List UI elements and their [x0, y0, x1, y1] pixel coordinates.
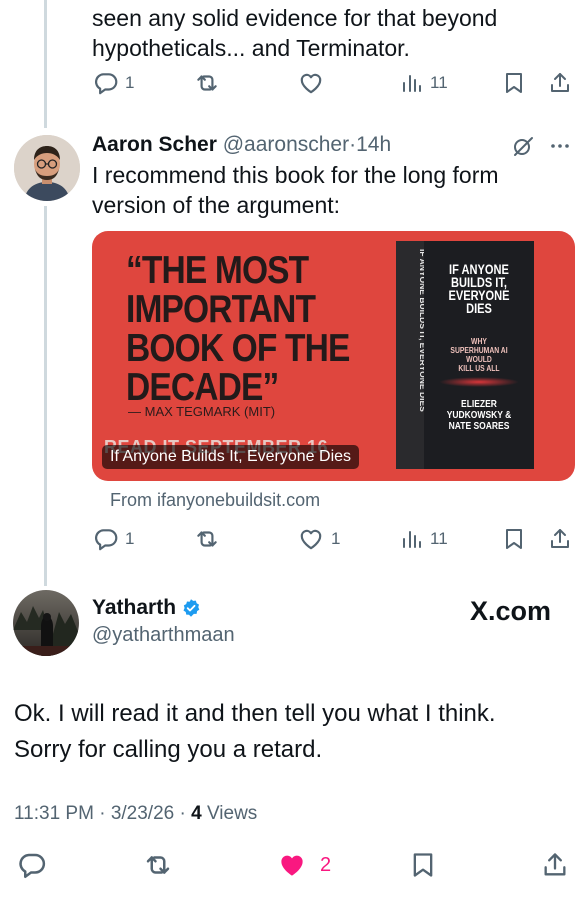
prev-bookmark-button[interactable]	[502, 70, 526, 96]
reply-tweet-line: version of the argument:	[92, 192, 341, 218]
prev-reply-button[interactable]: 1	[93, 70, 134, 96]
tweet-meta: 11:31 PM · 3/23/26 · 4 Views	[14, 803, 257, 825]
main-bookmark-button[interactable]	[409, 850, 437, 880]
prev-tweet-text: seen any solid evidence for that beyond …	[92, 3, 497, 63]
book-author-line: NATE SOARES	[448, 421, 510, 432]
verified-icon	[181, 598, 201, 618]
author-name[interactable]: Aaron Scher	[92, 133, 217, 156]
share-icon	[548, 526, 572, 552]
share-icon	[541, 850, 569, 880]
main-reply-button[interactable]	[17, 850, 47, 880]
main-author-name[interactable]: Yatharth	[92, 596, 176, 620]
avatar-image	[14, 135, 80, 201]
quote-line: DECADE”	[126, 366, 279, 409]
book-title: IF ANYONE BUILDS IT, EVERYONE DIES	[434, 263, 524, 316]
like-icon	[297, 70, 325, 96]
reply-reply-button[interactable]: 1	[93, 526, 134, 552]
meta-separator: ·	[179, 803, 186, 824]
prev-share-button[interactable]	[548, 70, 572, 96]
like-icon	[276, 850, 308, 880]
main-author-handle[interactable]: @yatharthmaan	[92, 624, 235, 647]
quote-line: IMPORTANT	[126, 288, 316, 331]
card-quote: “THE MOST IMPORTANT BOOK OF THE DECADE”	[126, 249, 350, 409]
retweet-icon	[193, 70, 221, 96]
view-count: 11	[430, 73, 448, 92]
tweet-time[interactable]: 11:31 PM	[14, 803, 94, 824]
avatar[interactable]	[14, 135, 80, 201]
main-retweet-button[interactable]	[143, 850, 173, 880]
prev-tweet-line: hypotheticals... and Terminator.	[92, 35, 410, 61]
book-glow	[439, 377, 519, 387]
main-avatar-image	[13, 590, 79, 656]
like-count: 2	[320, 853, 332, 876]
main-author: Yatharth @yatharthmaan	[92, 596, 235, 647]
quote-line: BOOK OF THE	[126, 327, 350, 370]
brand-logo[interactable]: X.com	[470, 596, 551, 627]
bookmark-icon	[409, 850, 437, 880]
book-author-line: YUDKOWSKY &	[446, 410, 512, 421]
main-tweet-text: Ok. I will read it and then tell you wha…	[14, 696, 496, 768]
reply-icon	[93, 70, 119, 96]
main-tweet-line: Sorry for calling you a retard.	[14, 736, 323, 763]
share-icon	[548, 70, 572, 96]
views-label: Views	[206, 803, 258, 824]
book-title-line: DIES	[466, 301, 492, 316]
reply-tweet-line: I recommend this book for the long form	[92, 162, 499, 188]
reply-count: 1	[125, 529, 135, 548]
retweet-icon	[193, 526, 221, 552]
quote-attribution: — MAX TEGMARK (MIT)	[128, 404, 276, 419]
reply-tweet-text: I recommend this book for the long form …	[92, 160, 499, 220]
main-like-button[interactable]: 2	[276, 850, 331, 880]
views-icon	[400, 70, 424, 96]
bookmark-icon	[502, 70, 526, 96]
book-front: IF ANYONE BUILDS IT, EVERYONE DIES WHY S…	[424, 241, 534, 469]
book-subtitle-line: WHY	[471, 337, 487, 346]
more-icon[interactable]	[548, 134, 572, 158]
book-subtitle: WHY SUPERHUMAN AI WOULD KILL US ALL	[432, 337, 526, 373]
prev-like-button[interactable]	[297, 70, 325, 96]
meta-separator: ·	[99, 803, 106, 824]
like-count: 1	[331, 529, 341, 548]
thread-line	[44, 0, 47, 128]
book-subtitle-line: WOULD	[466, 355, 492, 364]
book-subtitle-line: SUPERHUMAN AI	[450, 346, 508, 355]
reply-tweet-header: Aaron Scher @aaronscher·14h	[92, 132, 391, 158]
bookmark-icon	[502, 526, 526, 552]
reply-bookmark-button[interactable]	[502, 526, 526, 552]
like-icon	[297, 526, 325, 552]
reply-retweet-button[interactable]	[193, 526, 221, 552]
retweet-icon	[143, 850, 173, 880]
thread-line	[44, 206, 47, 586]
card-caption-text: If Anyone Builds It, Everyone Dies	[110, 448, 352, 465]
reply-views-button[interactable]: 11	[400, 526, 448, 552]
prev-tweet-line: seen any solid evidence for that beyond	[92, 5, 498, 31]
quote-line: “THE MOST	[126, 249, 309, 292]
card-caption: If Anyone Builds It, Everyone Dies	[102, 445, 360, 469]
book-subtitle-line: KILL US ALL	[458, 364, 500, 373]
book-author-line: ELIEZER	[461, 399, 497, 410]
author-handle[interactable]: @aaronscher	[223, 133, 349, 156]
tweet-date[interactable]: 3/23/26	[111, 803, 174, 824]
views-count: 4	[191, 803, 202, 824]
views-icon	[400, 526, 424, 552]
main-avatar[interactable]	[13, 590, 79, 656]
main-tweet-line: Ok. I will read it and then tell you wha…	[14, 700, 496, 727]
prev-views-button[interactable]: 11	[400, 70, 448, 96]
link-card[interactable]: “THE MOST IMPORTANT BOOK OF THE DECADE” …	[92, 231, 575, 481]
main-share-button[interactable]	[541, 850, 569, 880]
prev-retweet-button[interactable]	[193, 70, 221, 96]
grok-icon[interactable]	[511, 134, 535, 158]
reply-like-button[interactable]: 1	[297, 526, 340, 552]
book-authors: ELIEZER YUDKOWSKY & NATE SOARES	[432, 399, 526, 432]
view-count: 11	[430, 529, 448, 548]
card-source[interactable]: From ifanyonebuildsit.com	[110, 490, 320, 511]
reply-count: 1	[125, 73, 135, 92]
reply-icon	[17, 850, 47, 880]
reply-icon	[93, 526, 119, 552]
book-cover: IF ANYONE BUILDS IT, EVERYONE DIES	[396, 241, 428, 469]
reply-share-button[interactable]	[548, 526, 572, 552]
tweet-time[interactable]: 14h	[356, 133, 391, 156]
